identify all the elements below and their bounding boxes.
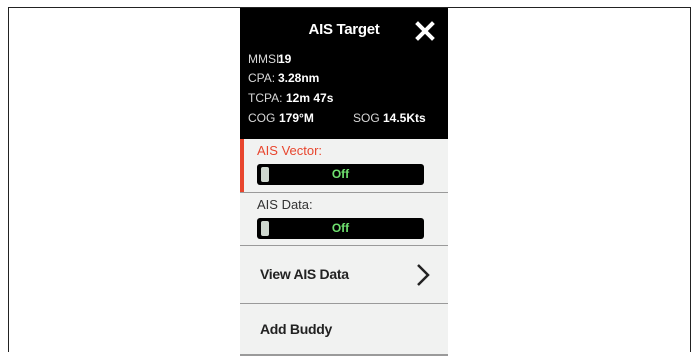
ais-vector-toggle[interactable]: Off — [257, 164, 424, 185]
view-ais-data-item[interactable]: View AIS Data — [240, 246, 448, 304]
view-ais-data-label: View AIS Data — [260, 266, 349, 282]
ais-target-panel: AIS Target MMSI: 19 CPA: 3.28nm TCPA: 12… — [240, 8, 448, 356]
mmsi-value: 19 — [278, 52, 292, 66]
selection-accent — [240, 139, 244, 192]
ais-vector-state: Off — [331, 167, 350, 181]
tcpa-value: 12m 47s — [286, 91, 334, 105]
ais-vector-label: AIS Vector: — [257, 143, 323, 158]
cpa-row: CPA: 3.28nm — [248, 71, 319, 85]
sog-label: SOG — [353, 111, 380, 125]
cog-sog-row: COG 179°M SOG 14.5Kts — [248, 111, 448, 125]
close-icon[interactable] — [415, 21, 435, 41]
tcpa-row: TCPA: 12m 47s — [248, 91, 333, 105]
ais-target-header: AIS Target MMSI: 19 CPA: 3.28nm TCPA: 12… — [240, 8, 448, 139]
cpa-value: 3.28nm — [278, 71, 320, 85]
cpa-label: CPA: — [248, 71, 276, 85]
sog-value: 14.5Kts — [383, 111, 426, 125]
chevron-right-icon — [416, 263, 430, 292]
add-buddy-item[interactable]: Add Buddy — [240, 304, 448, 356]
ais-data-label: AIS Data: — [257, 197, 313, 212]
ais-data-toggle[interactable]: Off — [257, 218, 424, 239]
tcpa-label: TCPA: — [248, 91, 283, 105]
ais-data-state: Off — [331, 221, 350, 235]
add-buddy-label: Add Buddy — [260, 321, 332, 337]
ais-vector-section[interactable]: AIS Vector: Off — [240, 139, 448, 193]
cog-label: COG — [248, 111, 276, 125]
mmsi-row: MMSI: 19 — [248, 52, 291, 66]
cog-value: 179°M — [279, 111, 314, 125]
ais-data-section[interactable]: AIS Data: Off — [240, 193, 448, 246]
